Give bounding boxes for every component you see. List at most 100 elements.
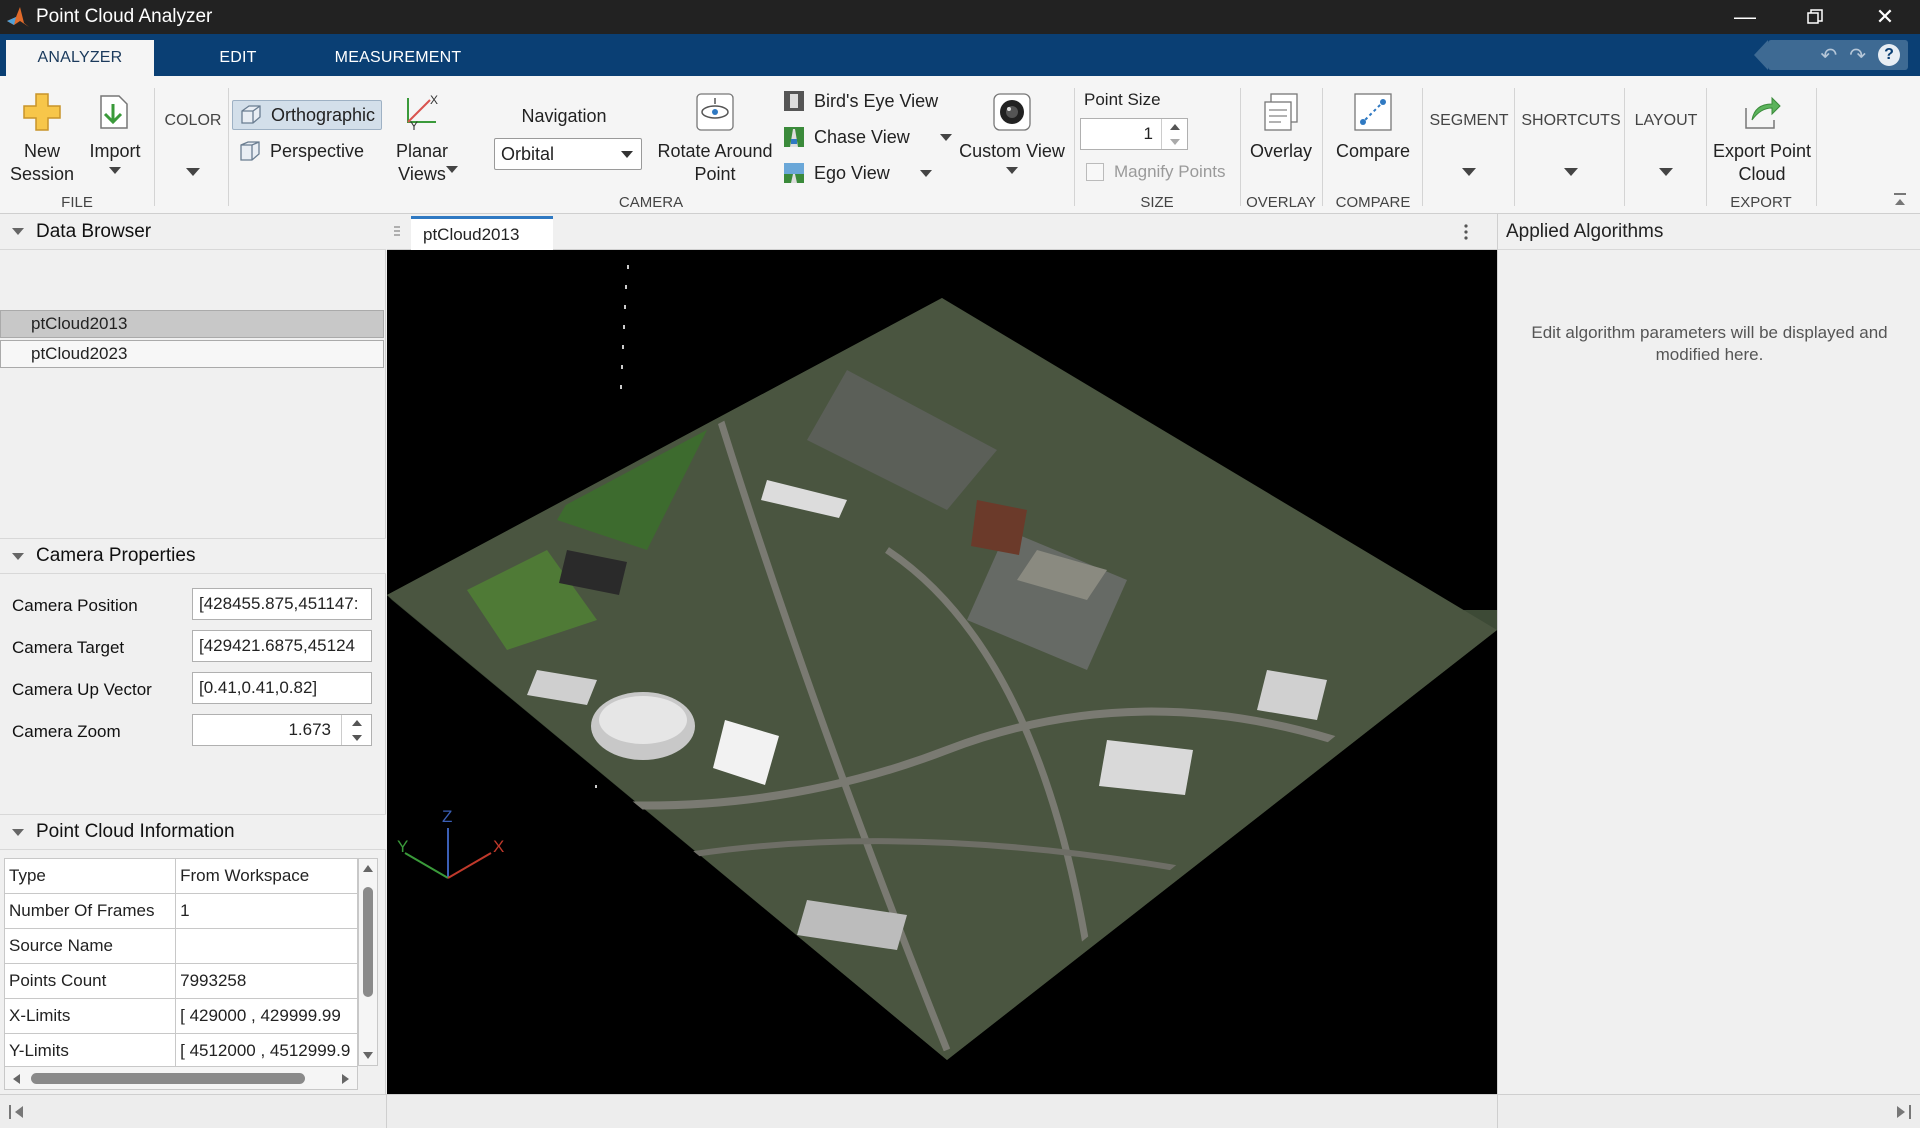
- color-dropdown-caret[interactable]: [186, 168, 200, 176]
- export-section: Export Point Cloud EXPORT: [1708, 76, 1814, 214]
- rotate-around-point-button[interactable]: Rotate Around Point: [650, 90, 780, 186]
- data-browser-item-ptcloud2013[interactable]: ptCloud2013: [0, 310, 384, 338]
- drag-handle-icon[interactable]: [393, 226, 401, 238]
- minimize-button[interactable]: —: [1710, 0, 1780, 34]
- collapse-icon: [12, 228, 24, 235]
- scroll-right-icon[interactable]: [341, 1073, 351, 1085]
- scrollbar-thumb[interactable]: [31, 1073, 305, 1084]
- increment-icon[interactable]: [1169, 123, 1180, 130]
- ego-view-caret[interactable]: [919, 169, 932, 177]
- point-size-stepper[interactable]: 1: [1080, 118, 1188, 150]
- point-size-spin-arrows[interactable]: [1161, 119, 1187, 149]
- import-dropdown-caret[interactable]: [109, 167, 121, 174]
- camera-up-vector-label: Camera Up Vector: [12, 680, 152, 699]
- applied-algorithms-header: Applied Algorithms: [1498, 214, 1920, 250]
- scroll-up-icon[interactable]: [362, 863, 374, 873]
- data-browser-header[interactable]: Data Browser: [0, 214, 386, 250]
- compare-button[interactable]: Compare: [1328, 90, 1418, 163]
- camera-zoom-stepper[interactable]: 1.673: [192, 714, 372, 746]
- collapse-left-icon[interactable]: [8, 1103, 26, 1121]
- table-cell-value: [175, 928, 358, 964]
- axis-y-label: Y: [397, 837, 408, 856]
- help-icon[interactable]: ?: [1878, 44, 1900, 66]
- scroll-down-icon[interactable]: [362, 1051, 374, 1061]
- tab-measurement[interactable]: MEASUREMENT: [330, 40, 466, 76]
- orthographic-button[interactable]: Orthographic: [232, 100, 383, 130]
- table-row: Type From Workspace: [3, 858, 358, 894]
- tab-edit[interactable]: EDIT: [196, 40, 280, 76]
- svg-text:X: X: [430, 93, 438, 107]
- point-cloud-info-table: Type From Workspace Number Of Frames 1 Sou…: [3, 858, 358, 1069]
- decrement-icon[interactable]: [351, 734, 362, 741]
- info-table-vertical-scrollbar[interactable]: [358, 858, 378, 1066]
- camera-section: Orthographic Perspective XY Planar Views…: [230, 76, 1072, 214]
- table-row: X-Limits[ 429000 , 429999.99: [3, 998, 358, 1034]
- export-point-cloud-button[interactable]: Export Point Cloud: [1710, 90, 1814, 186]
- collapse-toolstrip-button[interactable]: [1892, 192, 1908, 208]
- chase-view-caret[interactable]: [939, 133, 952, 141]
- rotate-around-point-icon: [696, 93, 734, 131]
- color-section[interactable]: COLOR: [158, 76, 228, 214]
- collapse-right-icon[interactable]: [1894, 1103, 1912, 1121]
- scrollbar-thumb[interactable]: [363, 887, 373, 997]
- svg-text:Y: Y: [410, 119, 418, 133]
- perspective-button[interactable]: Perspective: [238, 136, 364, 166]
- layout-dropdown-caret[interactable]: [1659, 168, 1673, 176]
- camera-properties-header[interactable]: Camera Properties: [0, 538, 386, 574]
- axes-indicator: [404, 828, 492, 879]
- table-row: Y-Limits[ 4512000 , 4512999.9: [3, 1033, 358, 1069]
- redo-icon[interactable]: ↷: [1849, 43, 1866, 68]
- overlay-button[interactable]: Overlay: [1246, 90, 1316, 163]
- title-bar: Point Cloud Analyzer — ✕: [0, 0, 1920, 34]
- table-cell-key: Number Of Frames: [3, 893, 177, 929]
- export-icon: [1745, 96, 1781, 129]
- tab-analyzer[interactable]: ANALYZER: [6, 40, 154, 76]
- shortcuts-section[interactable]: SHORTCUTS: [1516, 76, 1626, 214]
- segment-dropdown-caret[interactable]: [1462, 168, 1476, 176]
- shortcuts-dropdown-caret[interactable]: [1564, 168, 1578, 176]
- custom-view-button[interactable]: Custom View: [956, 90, 1068, 174]
- scroll-left-icon[interactable]: [11, 1073, 21, 1085]
- perspective-icon: [240, 141, 260, 161]
- table-cell-key: Type: [3, 858, 177, 894]
- import-button[interactable]: Import: [82, 90, 148, 174]
- segment-section[interactable]: SEGMENT: [1424, 76, 1514, 214]
- ego-view-button[interactable]: Ego View: [782, 158, 932, 188]
- point-cloud-viewport[interactable]: Z Y X: [387, 250, 1497, 1094]
- restore-button[interactable]: [1780, 0, 1850, 34]
- table-cell-value: [ 429000 , 429999.99: [175, 998, 358, 1034]
- planar-views-icon: XY: [407, 93, 438, 133]
- table-cell-value: From Workspace: [175, 858, 358, 894]
- increment-icon[interactable]: [351, 719, 362, 726]
- info-table-horizontal-scrollbar[interactable]: [4, 1066, 358, 1090]
- decrement-icon[interactable]: [1169, 138, 1180, 145]
- chase-view-button[interactable]: Chase View: [782, 122, 952, 152]
- quick-access-toolbar: ↶ ↷ ?: [1754, 40, 1908, 70]
- camera-position-field[interactable]: [428455.875,451147:: [192, 588, 372, 620]
- point-cloud-information-header[interactable]: Point Cloud Information: [0, 814, 386, 850]
- compare-icon: [1354, 93, 1392, 131]
- collapse-icon: [12, 552, 24, 560]
- table-cell-key: Source Name: [3, 928, 177, 964]
- birds-eye-view-button[interactable]: Bird's Eye View: [782, 86, 938, 116]
- camera-zoom-spin-arrows[interactable]: [341, 715, 371, 745]
- ego-view-icon: [784, 163, 804, 183]
- close-button[interactable]: ✕: [1850, 0, 1920, 34]
- data-browser-item-ptcloud2023[interactable]: ptCloud2023: [0, 340, 384, 368]
- toolstrip: New Session Import FILE COLOR Orthograph…: [0, 76, 1920, 214]
- new-session-button[interactable]: New Session: [8, 90, 76, 186]
- plus-icon: [23, 93, 61, 131]
- magnify-points-checkbox[interactable]: Magnify Points: [1086, 162, 1226, 182]
- custom-view-caret[interactable]: [1006, 167, 1018, 174]
- layout-section[interactable]: LAYOUT: [1626, 76, 1706, 214]
- more-options-icon[interactable]: [1463, 224, 1469, 240]
- undo-icon[interactable]: ↶: [1820, 43, 1837, 68]
- camera-up-vector-field[interactable]: [0.41,0.41,0.82]: [192, 672, 372, 704]
- planar-views-caret[interactable]: [446, 166, 458, 173]
- navigation-select[interactable]: Orbital: [494, 138, 642, 170]
- document-tab-ptcloud2013[interactable]: ptCloud2013: [411, 216, 553, 250]
- compare-section: Compare COMPARE: [1324, 76, 1422, 214]
- status-bar: [0, 1094, 1920, 1128]
- camera-target-field[interactable]: [429421.6875,45124: [192, 630, 372, 662]
- table-cell-value: 1: [175, 893, 358, 929]
